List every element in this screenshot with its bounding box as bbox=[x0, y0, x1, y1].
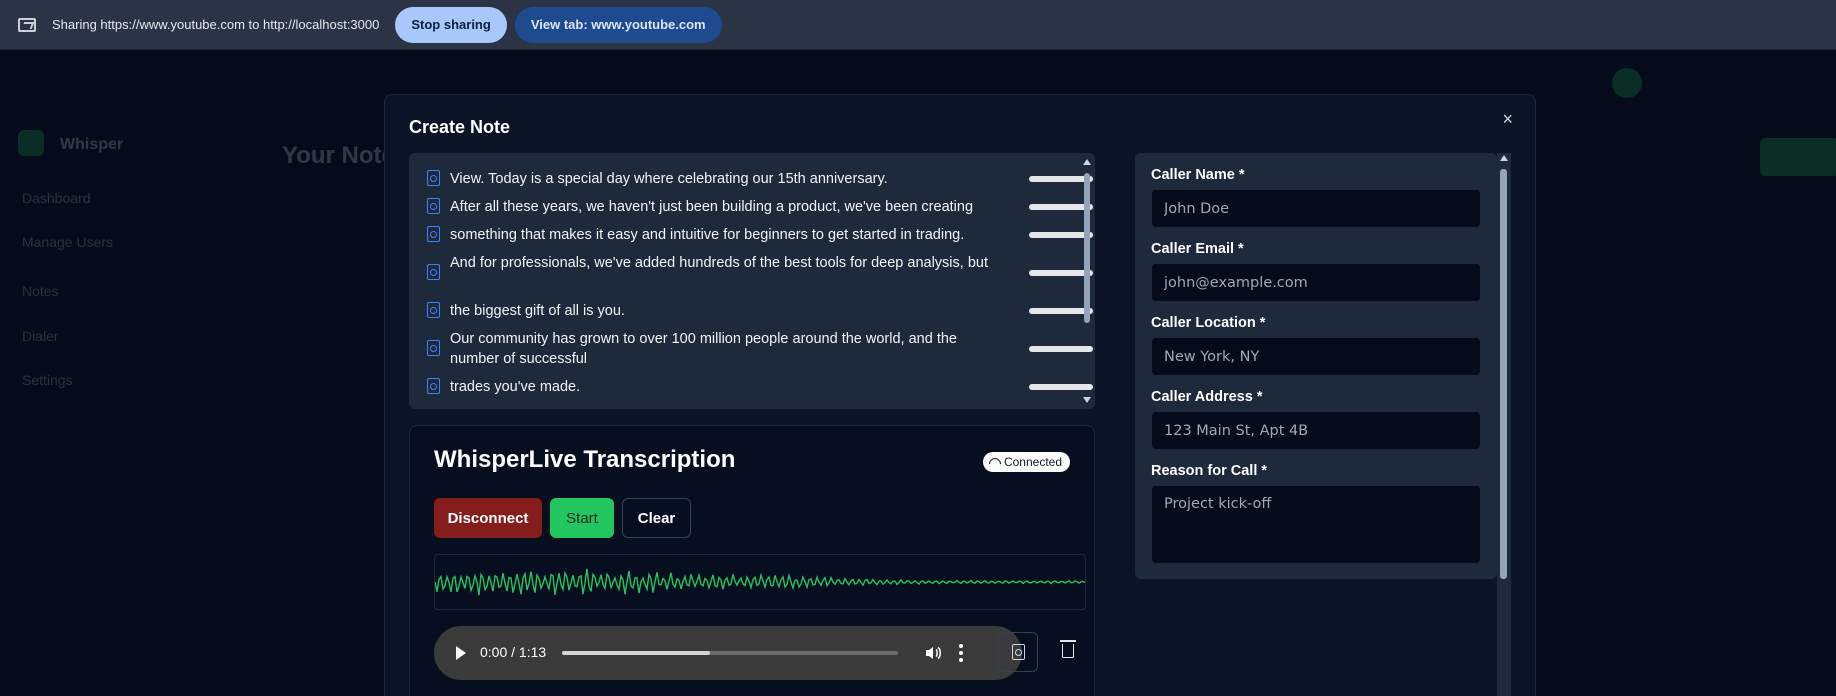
trash-icon[interactable] bbox=[1060, 640, 1076, 658]
caller-address-field[interactable] bbox=[1151, 411, 1481, 450]
transcript-list[interactable]: View. Today is a special day where celeb… bbox=[409, 153, 1095, 409]
scrollbar-thumb[interactable] bbox=[1084, 173, 1090, 323]
create-note-modal: Create Note × View. Today is a special d… bbox=[384, 94, 1536, 696]
scroll-up-icon[interactable] bbox=[1083, 159, 1091, 165]
caller-form: Caller Name * Caller Email * Caller Loca… bbox=[1135, 153, 1497, 579]
audio-file-icon[interactable] bbox=[427, 198, 440, 214]
screen-share-icon bbox=[18, 17, 36, 32]
audio-file-icon[interactable] bbox=[427, 170, 440, 186]
transcript-line: Our community has grown to over 100 mill… bbox=[450, 331, 957, 367]
avatar bbox=[1612, 68, 1642, 98]
reason-label: Reason for Call * bbox=[1151, 463, 1268, 479]
stop-sharing-button[interactable]: Stop sharing bbox=[395, 6, 507, 43]
transcript-scrollbar[interactable] bbox=[1083, 159, 1091, 403]
list-item: something that makes it easy and intuiti… bbox=[427, 225, 1093, 245]
caller-name-label: Caller Name * bbox=[1151, 167, 1245, 183]
list-item: View. Today is a special day where celeb… bbox=[427, 169, 1093, 189]
audio-file-icon[interactable] bbox=[427, 340, 440, 356]
view-tab-button[interactable]: View tab: www.youtube.com bbox=[514, 6, 722, 43]
transcript-line: trades you've made. bbox=[450, 379, 581, 395]
caller-email-field[interactable] bbox=[1151, 263, 1481, 302]
list-item: And for professionals, we've added hundr… bbox=[427, 253, 1093, 280]
list-item: trades you've made. bbox=[427, 377, 1093, 397]
list-item: After all these years, we haven't just b… bbox=[427, 197, 1093, 217]
caller-address-label: Caller Address * bbox=[1151, 389, 1263, 405]
screen-share-bar: Sharing https://www.youtube.com to http:… bbox=[0, 0, 1836, 50]
transcript-line: View. Today is a special day where celeb… bbox=[450, 171, 888, 187]
sidebar-item-settings: Settings bbox=[22, 372, 73, 388]
audio-progress bbox=[562, 651, 710, 655]
caller-name-field[interactable] bbox=[1151, 189, 1481, 228]
sidebar-item-notes: Notes bbox=[22, 283, 59, 299]
waveform-graph bbox=[434, 568, 1086, 596]
caller-email-label: Caller Email * bbox=[1151, 241, 1244, 257]
audio-file-icon[interactable] bbox=[427, 302, 440, 318]
sidebar-item-manage-users: Manage Users bbox=[22, 234, 114, 250]
audio-file-icon[interactable] bbox=[427, 264, 440, 280]
audio-file-icon[interactable] bbox=[427, 226, 440, 242]
audio-file-icon[interactable] bbox=[427, 378, 440, 394]
scroll-down-icon[interactable] bbox=[1083, 397, 1091, 403]
list-item: the biggest gift of all is you. bbox=[427, 301, 1093, 321]
volume-icon[interactable] bbox=[924, 644, 942, 662]
waveform bbox=[434, 554, 1086, 610]
whisperlive-panel: WhisperLive Transcription Connected Disc… bbox=[409, 425, 1095, 696]
clear-button[interactable]: Clear bbox=[622, 498, 691, 538]
scrollbar-thumb[interactable] bbox=[1500, 169, 1507, 579]
sidebar-item-dialer: Dialer bbox=[22, 328, 59, 344]
modal-title: Create Note bbox=[409, 117, 511, 137]
transcript-line: After all these years, we haven't just b… bbox=[450, 199, 974, 215]
transcript-line: something that makes it easy and intuiti… bbox=[450, 227, 965, 243]
logo-icon bbox=[18, 130, 44, 156]
scroll-up-icon[interactable] bbox=[1500, 155, 1508, 161]
disconnect-button[interactable]: Disconnect bbox=[434, 498, 542, 538]
share-status-text: Sharing https://www.youtube.com to http:… bbox=[52, 17, 380, 32]
reason-textarea[interactable] bbox=[1151, 485, 1481, 564]
form-scrollbar[interactable] bbox=[1497, 153, 1511, 696]
status-badge: Connected bbox=[982, 452, 1070, 472]
audio-time: 0:00 / 1:13 bbox=[480, 644, 547, 660]
transcript-line: the biggest gift of all is you. bbox=[450, 303, 625, 319]
status-text: Connected bbox=[1003, 455, 1062, 469]
caller-location-label: Caller Location * bbox=[1151, 315, 1266, 331]
start-button[interactable]: Start bbox=[550, 498, 614, 538]
caller-location-field[interactable] bbox=[1151, 337, 1481, 376]
audio-player[interactable]: 0:00 / 1:13 bbox=[434, 626, 1022, 680]
transcript-line: And for professionals, we've added hundr… bbox=[450, 255, 988, 271]
panel-title: WhisperLive Transcription bbox=[434, 446, 736, 473]
list-item: Our community has grown to over 100 mill… bbox=[427, 329, 1093, 369]
new-note-button bbox=[1760, 138, 1836, 176]
play-icon[interactable] bbox=[456, 646, 466, 660]
sidebar-item-dashboard: Dashboard bbox=[22, 190, 91, 206]
more-options-icon[interactable] bbox=[959, 644, 963, 662]
brand-name: Whisper bbox=[60, 136, 124, 153]
wifi-icon bbox=[989, 458, 999, 466]
save-audio-button[interactable] bbox=[998, 632, 1038, 672]
close-icon[interactable]: × bbox=[1502, 109, 1513, 130]
audio-file-icon bbox=[1012, 644, 1025, 660]
audio-seek-bar[interactable] bbox=[562, 651, 898, 655]
